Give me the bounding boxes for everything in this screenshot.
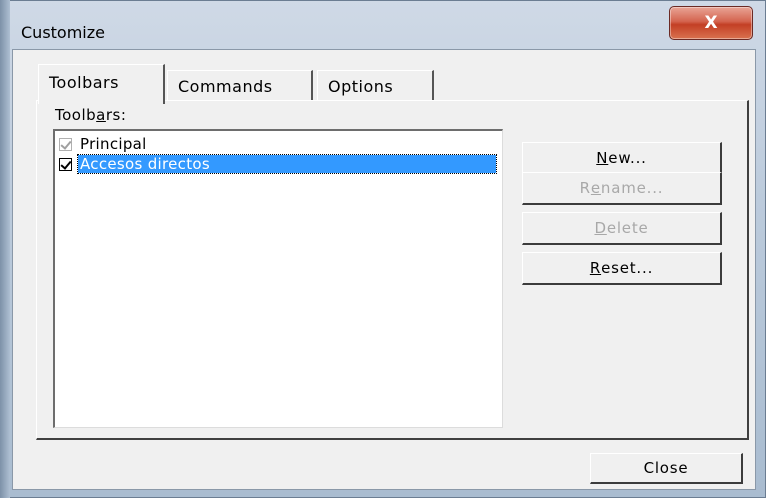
tab-options-label: Options — [328, 77, 394, 96]
tab-commands-label: Commands — [178, 77, 273, 96]
rename-button[interactable]: Re name... — [522, 172, 722, 205]
tab-commands[interactable]: Commands — [167, 70, 313, 102]
background-window-edge — [0, 0, 10, 498]
tab-toolbars[interactable]: Toolbars — [38, 64, 165, 104]
list-item-label: Principal — [80, 135, 147, 153]
tab-toolbars-label: Toolbars — [49, 73, 119, 92]
new-button[interactable]: New... — [522, 142, 722, 175]
toolbars-list-label: Toolbars: — [55, 106, 127, 124]
checkbox-accesos-directos[interactable] — [59, 157, 72, 171]
delete-button[interactable]: Delete — [522, 212, 722, 245]
close-icon: X — [704, 13, 718, 33]
reset-button[interactable]: Reset... — [522, 252, 722, 285]
dialog-title: Customize — [21, 23, 105, 42]
list-item-label: Accesos directos — [77, 154, 497, 174]
close-window-button[interactable]: X — [669, 6, 753, 40]
list-item-selected[interactable]: Accesos directos — [57, 154, 497, 174]
tab-options[interactable]: Options — [317, 70, 434, 102]
toolbars-listbox[interactable]: Principal Accesos directos — [53, 129, 503, 428]
list-item[interactable]: Principal — [57, 134, 147, 154]
checkbox-principal[interactable] — [59, 137, 72, 151]
close-button[interactable]: Close — [590, 453, 743, 484]
